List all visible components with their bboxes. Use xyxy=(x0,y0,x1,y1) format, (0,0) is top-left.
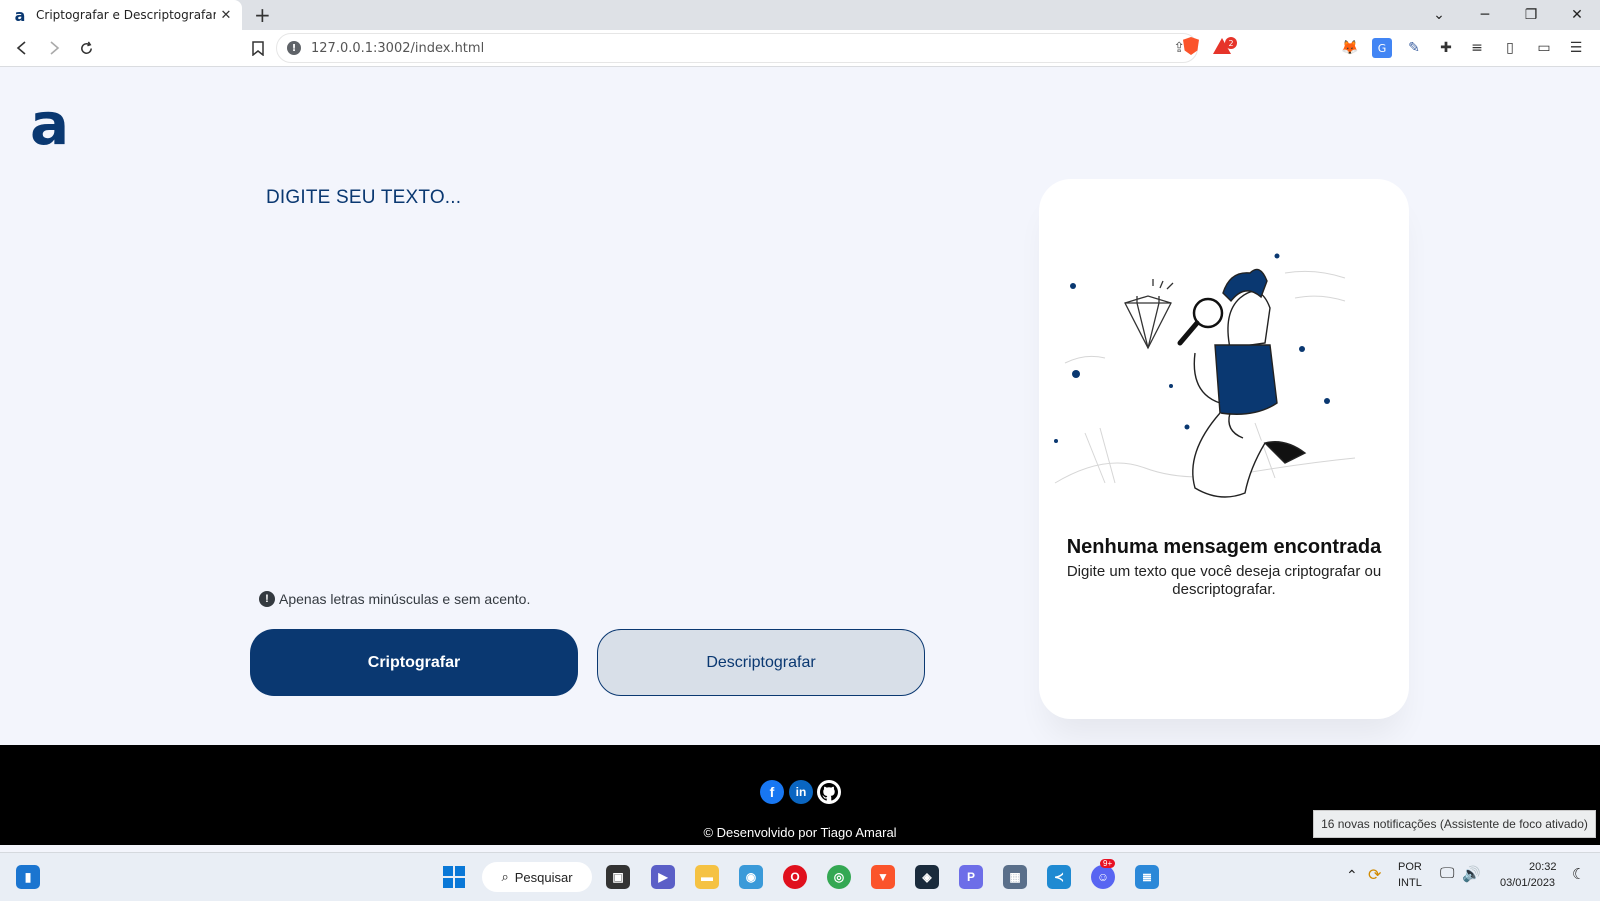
forward-icon[interactable] xyxy=(42,37,66,59)
hint-text: Apenas letras minúsculas e sem acento. xyxy=(279,591,531,607)
decrypt-button[interactable]: Descriptografar xyxy=(597,629,925,696)
p-app-icon[interactable]: P xyxy=(959,865,983,889)
alura-logo: a xyxy=(30,90,70,158)
reload-icon[interactable] xyxy=(74,37,98,59)
notepad-icon[interactable]: ≣ xyxy=(1135,865,1159,889)
tab-title: Criptografar e Descriptografar xyxy=(36,8,216,22)
input-hint: ! Apenas letras minúsculas e sem acento. xyxy=(259,591,530,607)
address-bar[interactable]: ! 127.0.0.1:3002/index.html ⇪ xyxy=(276,33,1198,63)
back-icon[interactable] xyxy=(10,37,34,59)
taskbar-search[interactable]: ⌕ Pesquisar xyxy=(482,862,592,892)
bookmark-icon[interactable] xyxy=(246,37,270,59)
share-icon[interactable]: ⇪ xyxy=(1173,40,1185,56)
vscode-icon[interactable]: ≺ xyxy=(1047,865,1071,889)
facebook-icon[interactable]: f xyxy=(760,780,784,804)
page-content: a DIGITE SEU TEXTO... ! Apenas letras mi… xyxy=(0,67,1600,745)
language-indicator[interactable]: POR xyxy=(1398,861,1422,873)
clock-time[interactable]: 20:32 xyxy=(1529,861,1557,873)
wallet-icon[interactable]: ▭ xyxy=(1534,38,1554,58)
extension-pen-icon[interactable]: ✎ xyxy=(1404,38,1424,58)
browser-app-icon[interactable]: ◉ xyxy=(739,865,763,889)
output-panel: Nenhuma mensagem encontrada Digite um te… xyxy=(1039,179,1409,719)
close-window-icon[interactable]: ✕ xyxy=(1554,0,1600,30)
opera-icon[interactable]: O xyxy=(783,865,807,889)
task-view-icon[interactable]: ▣ xyxy=(606,865,630,889)
close-tab-icon[interactable]: ✕ xyxy=(216,8,236,23)
no-message-text: Digite um texto que você deseja criptogr… xyxy=(1066,563,1382,598)
calculator-icon[interactable]: ▦ xyxy=(1003,865,1027,889)
clock-date[interactable]: 03/01/2023 xyxy=(1500,877,1555,889)
linkedin-icon[interactable]: in xyxy=(789,780,813,804)
media-list-icon[interactable]: ≡ xyxy=(1467,38,1487,58)
minimize-icon[interactable]: ─ xyxy=(1462,0,1508,30)
text-input-area[interactable]: DIGITE SEU TEXTO... xyxy=(266,187,461,209)
windows-start-icon[interactable] xyxy=(442,865,466,889)
focus-assist-icon[interactable]: ☾ xyxy=(1572,865,1585,883)
show-hidden-icons-icon[interactable]: ⌃ xyxy=(1346,867,1358,884)
sidebar-toggle-icon[interactable]: ▯ xyxy=(1500,38,1520,58)
notification-toast[interactable]: 16 novas notificações (Assistente de foc… xyxy=(1313,810,1596,838)
discord-badge: 9+ xyxy=(1100,859,1116,868)
widgets-icon[interactable]: ▮ xyxy=(16,865,40,889)
menu-icon[interactable]: ☰ xyxy=(1566,38,1586,58)
encrypt-button[interactable]: Criptografar xyxy=(250,629,578,696)
url-text[interactable]: 127.0.0.1:3002/index.html xyxy=(311,41,1173,56)
windows-taskbar: ▮ ⌕ Pesquisar ▣ ▶ ▬ ◉ O ◎ ▼ ◈ P ▦ ≺ ☺ 9+… xyxy=(0,852,1600,901)
metamask-icon[interactable]: 🦊 xyxy=(1340,38,1360,58)
search-icon: ⌕ xyxy=(501,869,509,884)
browser-toolbar: ! 127.0.0.1:3002/index.html ⇪ 🦊 G ✎ ✚ ≡ … xyxy=(0,30,1600,67)
search-label: Pesquisar xyxy=(514,869,573,885)
github-icon[interactable] xyxy=(817,780,841,804)
site-info-icon[interactable]: ! xyxy=(287,41,301,55)
exclamation-circle-icon: ! xyxy=(259,591,275,607)
search-illustration-icon xyxy=(1054,253,1356,498)
no-message-title: Nenhuma mensagem encontrada xyxy=(1066,536,1382,558)
tab-search-chevron-icon[interactable]: ⌄ xyxy=(1416,0,1462,30)
chrome-icon[interactable]: ◎ xyxy=(827,865,851,889)
sync-icon[interactable]: ⟳ xyxy=(1368,865,1381,885)
extensions-puzzle-icon[interactable]: ✚ xyxy=(1436,38,1456,58)
keyboard-layout-indicator[interactable]: INTL xyxy=(1398,877,1422,889)
new-tab-icon[interactable]: + xyxy=(254,3,271,27)
restore-icon[interactable]: ❐ xyxy=(1508,0,1554,30)
browser-tab-bar: a Criptografar e Descriptografar ✕ + ⌄ ─… xyxy=(0,0,1600,30)
browser-tab[interactable]: a Criptografar e Descriptografar ✕ xyxy=(0,0,242,30)
file-explorer-icon[interactable]: ▬ xyxy=(695,865,719,889)
favicon-icon: a xyxy=(14,5,26,25)
brave-taskbar-icon[interactable]: ▼ xyxy=(871,865,895,889)
translate-icon[interactable]: G xyxy=(1372,38,1392,58)
network-icon[interactable]: 🖵 xyxy=(1440,865,1454,882)
discord-icon[interactable]: ☺ xyxy=(1091,865,1115,889)
security-app-icon[interactable]: ◈ xyxy=(915,865,939,889)
rewards-badge: 2 xyxy=(1225,37,1237,49)
teams-chat-icon[interactable]: ▶ xyxy=(651,865,675,889)
volume-icon[interactable]: 🔊 xyxy=(1462,865,1481,883)
